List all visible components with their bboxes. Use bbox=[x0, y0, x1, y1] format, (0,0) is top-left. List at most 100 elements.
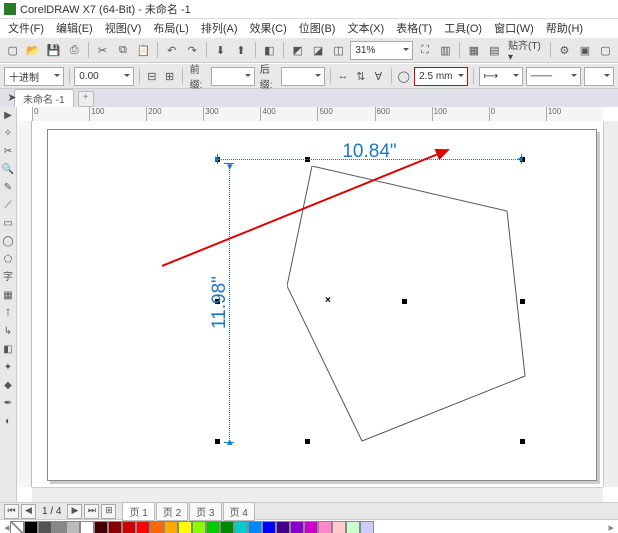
line-style-combo[interactable]: ─── bbox=[526, 67, 581, 86]
add-tab-button[interactable]: + bbox=[78, 91, 94, 107]
menu-bar[interactable]: 文件(F)编辑(E)视图(V)布局(L)排列(A)效果(C)位图(B)文本(X)… bbox=[0, 19, 618, 37]
prev-page-button[interactable]: ◀ bbox=[21, 504, 36, 519]
export-icon[interactable]: ⬆ bbox=[232, 40, 249, 60]
ruler-icon[interactable]: ▥ bbox=[437, 40, 454, 60]
menu-item[interactable]: 视图(V) bbox=[99, 19, 148, 37]
menu-item[interactable]: 布局(L) bbox=[147, 19, 194, 37]
pick-tool-icon[interactable]: ▶ bbox=[1, 109, 15, 123]
color-swatch[interactable] bbox=[136, 521, 150, 533]
text-pos-icon[interactable]: ⇅ bbox=[353, 66, 368, 86]
cut-icon[interactable]: ✂ bbox=[94, 40, 111, 60]
no-fill-swatch[interactable] bbox=[10, 521, 24, 533]
leader-icon[interactable]: ↔ bbox=[336, 66, 351, 86]
publish-icon[interactable]: ◧ bbox=[261, 40, 278, 60]
color-swatch[interactable] bbox=[178, 521, 192, 533]
color-swatch[interactable] bbox=[262, 521, 276, 533]
color-swatch[interactable] bbox=[332, 521, 346, 533]
color-swatch[interactable] bbox=[248, 521, 262, 533]
color-swatch[interactable] bbox=[304, 521, 318, 533]
interactive-fill-icon[interactable]: ◐ bbox=[1, 415, 15, 429]
guides-icon[interactable]: ▤ bbox=[486, 40, 503, 60]
menu-item[interactable]: 帮助(H) bbox=[540, 19, 589, 37]
copy-icon[interactable]: ⧉ bbox=[114, 40, 131, 60]
new-icon[interactable]: ▢ bbox=[4, 40, 21, 60]
shape-tool-icon[interactable]: ✧ bbox=[1, 127, 15, 141]
table-tool-icon[interactable]: ▦ bbox=[1, 289, 15, 303]
page-tab[interactable]: 页 3 bbox=[189, 502, 221, 521]
options-icon[interactable]: ⚙ bbox=[556, 40, 573, 60]
scrollbar-horizontal[interactable] bbox=[32, 487, 603, 502]
freehand-tool-icon[interactable]: ✎ bbox=[1, 181, 15, 195]
color-swatch[interactable] bbox=[52, 521, 66, 533]
first-page-button[interactable]: ⏮ bbox=[4, 504, 19, 519]
dimension-horizontal[interactable]: ▸ ◂ 10.84" bbox=[217, 149, 522, 163]
outline-tool-icon[interactable]: ✒ bbox=[1, 397, 15, 411]
page-tab[interactable]: 页 2 bbox=[156, 502, 188, 521]
undo-icon[interactable]: ↶ bbox=[163, 40, 180, 60]
save-icon[interactable]: 💾 bbox=[45, 40, 62, 60]
suffix-input[interactable] bbox=[281, 67, 325, 86]
text-pos-icon[interactable]: Ɐ bbox=[371, 66, 386, 86]
app-icon[interactable]: ◫ bbox=[330, 40, 347, 60]
page-tab[interactable]: 页 4 bbox=[223, 502, 255, 521]
grid-icon[interactable]: ▦ bbox=[465, 40, 482, 60]
last-page-button[interactable]: ⏭ bbox=[84, 504, 99, 519]
menu-item[interactable]: 工具(O) bbox=[438, 19, 488, 37]
scrollbar-vertical[interactable] bbox=[603, 121, 618, 487]
redo-icon[interactable]: ↷ bbox=[183, 40, 200, 60]
add-page-button[interactable]: ⊞ bbox=[101, 504, 116, 519]
menu-item[interactable]: 位图(B) bbox=[293, 19, 342, 37]
color-swatch[interactable] bbox=[94, 521, 108, 533]
start-arrow-combo[interactable]: ⟼ bbox=[479, 67, 523, 86]
text-tool-icon[interactable]: 字 bbox=[1, 271, 15, 285]
launch-icon[interactable]: ▢ bbox=[597, 40, 614, 60]
outline-icon[interactable]: ◯ bbox=[396, 66, 411, 86]
smart-tool-icon[interactable]: ⟋ bbox=[1, 199, 15, 213]
end-arrow-combo[interactable] bbox=[584, 67, 614, 86]
dim-style-icon[interactable]: ⊟ bbox=[145, 66, 160, 86]
open-icon[interactable]: 📂 bbox=[24, 40, 41, 60]
color-swatch[interactable] bbox=[108, 521, 122, 533]
color-swatch[interactable] bbox=[192, 521, 206, 533]
color-swatch[interactable] bbox=[80, 521, 94, 533]
ellipse-tool-icon[interactable]: ◯ bbox=[1, 235, 15, 249]
fullscreen-icon[interactable]: ⛶ bbox=[416, 40, 433, 60]
dim-style-icon[interactable]: ⊞ bbox=[162, 66, 177, 86]
menu-item[interactable]: 表格(T) bbox=[390, 19, 438, 37]
menu-item[interactable]: 编辑(E) bbox=[50, 19, 99, 37]
launch-icon[interactable]: ▣ bbox=[576, 40, 593, 60]
color-swatch[interactable] bbox=[38, 521, 52, 533]
zoom-tool-icon[interactable]: 🔍 bbox=[1, 163, 15, 177]
color-swatch[interactable] bbox=[360, 521, 374, 533]
color-swatch[interactable] bbox=[122, 521, 136, 533]
crop-tool-icon[interactable]: ✂ bbox=[1, 145, 15, 159]
pentagon-shape[interactable] bbox=[287, 166, 532, 446]
menu-item[interactable]: 窗口(W) bbox=[488, 19, 540, 37]
next-page-button[interactable]: ▶ bbox=[67, 504, 82, 519]
dimension-vertical[interactable]: ▾ ▴ 11.98" bbox=[219, 163, 233, 443]
paste-icon[interactable]: 📋 bbox=[135, 40, 152, 60]
fill-tool-icon[interactable]: ◆ bbox=[1, 379, 15, 393]
color-swatch[interactable] bbox=[150, 521, 164, 533]
print-icon[interactable]: ⎙ bbox=[65, 40, 82, 60]
import-icon[interactable]: ⬇ bbox=[212, 40, 229, 60]
precision-combo[interactable]: 0.00 bbox=[74, 67, 134, 86]
cursor-icon[interactable]: ➤ bbox=[2, 87, 22, 107]
polygon-tool-icon[interactable]: ⬠ bbox=[1, 253, 15, 267]
connector-tool-icon[interactable]: ↳ bbox=[1, 325, 15, 339]
snap-label[interactable]: 贴齐(T) ▾ bbox=[506, 37, 545, 63]
dimension-tool-icon[interactable]: ⊺ bbox=[1, 307, 15, 321]
color-swatch[interactable] bbox=[234, 521, 248, 533]
color-swatch[interactable] bbox=[318, 521, 332, 533]
menu-item[interactable]: 效果(C) bbox=[244, 19, 293, 37]
palette-scroll-right[interactable]: ▸ bbox=[608, 521, 614, 533]
color-swatch[interactable] bbox=[220, 521, 234, 533]
menu-item[interactable]: 排列(A) bbox=[195, 19, 244, 37]
color-swatch[interactable] bbox=[206, 521, 220, 533]
effects-tool-icon[interactable]: ◧ bbox=[1, 343, 15, 357]
menu-item[interactable]: 文件(F) bbox=[2, 19, 50, 37]
color-swatch[interactable] bbox=[276, 521, 290, 533]
menu-item[interactable]: 文本(X) bbox=[341, 19, 390, 37]
units-combo[interactable]: 十进制 bbox=[4, 67, 64, 86]
color-swatch[interactable] bbox=[24, 521, 38, 533]
